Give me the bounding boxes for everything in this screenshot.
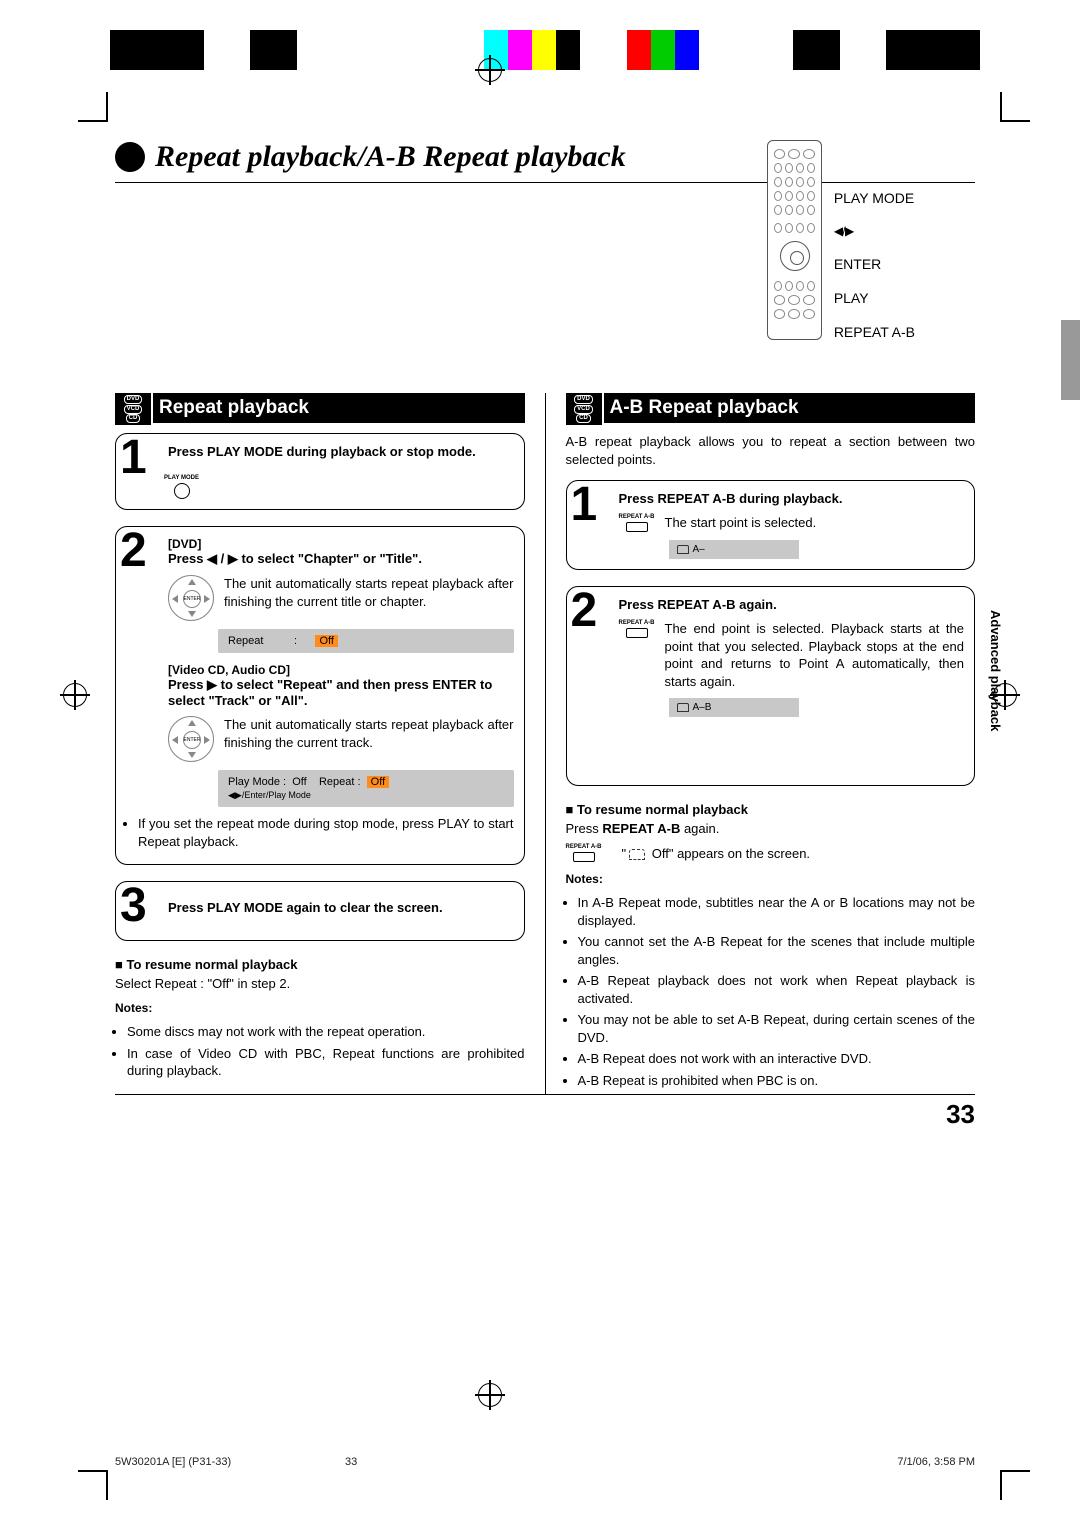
resume-body-right: Press REPEAT A-B again. [566,821,976,836]
remote-label-enter: ENTER [834,256,915,272]
side-label: Advanced playback [988,610,1003,731]
section-title-right: A-B Repeat playback [610,397,799,418]
resume-heading-left: To resume normal playback [115,957,525,972]
note-item: Some discs may not work with the repeat … [127,1023,525,1041]
note-item: In A-B Repeat mode, subtitles near the A… [578,894,976,929]
nav-wheel-icon: ENTER [168,716,214,762]
note-item: In case of Video CD with PBC, Repeat fun… [127,1045,525,1080]
section-tab [1061,320,1080,400]
step-2-left: 2 [DVD] Press ◀ / ▶ to select "Chapter" … [115,526,525,865]
osd-ab: A–B [669,698,799,717]
section-header-repeat: DVDVCDCD Repeat playback [115,393,525,423]
crop-mark [78,92,108,122]
note-item: A-B Repeat playback does not work when R… [578,972,976,1007]
repeat-ab-icon: REPEAT A-B [619,514,655,532]
note-item: If you set the repeat mode during stop m… [138,815,514,850]
registration-mark-left [60,680,90,710]
print-color-bar [110,30,980,70]
crop-mark [1000,92,1030,122]
play-mode-icon: PLAY MODE [164,475,199,499]
resume-body-left: Select Repeat : "Off" in step 2. [115,976,525,991]
remote-label-repeatab: REPEAT A-B [834,324,915,340]
note-item: You may not be able to set A-B Repeat, d… [578,1011,976,1046]
registration-mark-bottom [475,1380,505,1410]
step-3-left: 3 Press PLAY MODE again to clear the scr… [115,881,525,941]
remote-label-play: PLAY [834,290,915,306]
notes-heading-left: Notes: [115,1001,525,1015]
crop-mark [78,1470,108,1500]
section-title-left: Repeat playback [159,397,309,418]
disc-badge-icon: DVDVCDCD [115,393,153,425]
repeat-ab-icon: REPEAT A-B [619,620,655,638]
osd-playmode: Play Mode : Off Repeat : Off ◀▶/Enter/Pl… [218,770,514,807]
osd-repeat-off: Repeat : Off [218,629,514,653]
page-number: 33 [115,1094,975,1130]
step-1-right: 1 Press REPEAT A-B during playback. REPE… [566,480,976,570]
registration-mark-top [475,55,505,85]
remote-label-arrows: ◀ / ▶ [834,224,915,238]
off-indicator-line: REPEAT A-B " Off" appears on the screen. [566,844,976,862]
note-item: A-B Repeat is prohibited when PBC is on. [578,1072,976,1090]
osd-a: A– [669,540,799,559]
footer-mid: 33 [345,1456,357,1468]
disc-badge-icon: DVDVCDCD [566,393,604,425]
resume-heading-right: To resume normal playback [566,802,976,817]
remote-diagram: PLAY MODE ◀ / ▶ ENTER PLAY REPEAT A-B [767,140,915,340]
remote-label-playmode: PLAY MODE [834,190,915,206]
footer-right: 7/1/06, 3:58 PM [897,1456,975,1468]
off-osd-icon [629,849,645,860]
remote-icon [767,140,822,340]
title-bullet-icon [115,142,145,172]
section-header-ab: DVDVCDCD A-B Repeat playback [566,393,976,423]
notes-heading-right: Notes: [566,872,976,886]
note-item: You cannot set the A-B Repeat for the sc… [578,933,976,968]
step-1-left: 1 Press PLAY MODE during playback or sto… [115,433,525,510]
repeat-ab-icon: REPEAT A-B [566,844,602,862]
ab-intro: A-B repeat playback allows you to repeat… [566,433,976,468]
page-title: Repeat playback/A-B Repeat playback [155,140,626,174]
crop-mark [1000,1470,1030,1500]
step-2-right: 2 Press REPEAT A-B again. REPEAT A-B The… [566,586,976,786]
note-item: A-B Repeat does not work with an interac… [578,1050,976,1068]
footer: 5W30201A [E] (P31-33) 33 7/1/06, 3:58 PM [115,1456,975,1468]
footer-left: 5W30201A [E] (P31-33) [115,1456,231,1468]
nav-wheel-icon: ENTER [168,575,214,621]
